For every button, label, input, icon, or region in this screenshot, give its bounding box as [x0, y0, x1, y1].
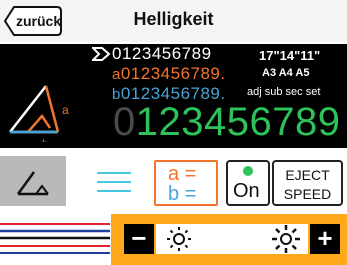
page-title: Helligkeit — [133, 9, 214, 29]
triangle-angle-icon: a b — [9, 85, 69, 142]
arrow-right-icon — [92, 47, 110, 61]
row4-prefix: 0 — [113, 100, 136, 144]
ab-toggle-button[interactable]: a = b = — [154, 160, 218, 206]
paper-sizes: A3 A4 A5 — [262, 67, 310, 79]
on-button-label: On — [233, 180, 260, 202]
row2-digits: a0123456789. — [112, 64, 226, 84]
status-dot-icon — [243, 166, 253, 176]
triangle-a-label: a — [62, 103, 69, 117]
menu-button[interactable] — [94, 164, 134, 200]
angle-icon — [16, 171, 49, 196]
eject-speed-button[interactable]: EJECT SPEED — [272, 160, 343, 206]
brightness-decrease-button[interactable]: − — [124, 224, 154, 254]
row4-value: 123456789 — [135, 100, 341, 144]
hamburger-menu-icon — [97, 172, 131, 192]
on-button[interactable]: On — [226, 160, 270, 206]
row4-digits: 0123456789 — [113, 100, 340, 144]
row1-digits: 0123456789 — [112, 44, 212, 63]
speed-label: SPEED — [283, 186, 332, 202]
sun-high-icon — [272, 225, 300, 253]
display-panel: a b 0123456789 a0123456789. b 0123456789.… — [0, 44, 347, 148]
brightness-increase-button[interactable]: + — [310, 224, 340, 254]
sun-low-icon — [167, 227, 191, 251]
color-lines-icon — [0, 223, 110, 254]
ab-b-label: b = — [168, 183, 197, 205]
row2-value: 0123456789. — [120, 64, 226, 83]
eject-label: EJECT — [285, 167, 330, 183]
adjust-text: adj sub sec set — [247, 86, 321, 98]
angle-mode-button[interactable] — [0, 156, 66, 206]
row2-prefix: a — [112, 66, 121, 83]
time-readout: 17"14"11" — [259, 48, 321, 63]
triangle-b-label: b — [42, 137, 49, 142]
